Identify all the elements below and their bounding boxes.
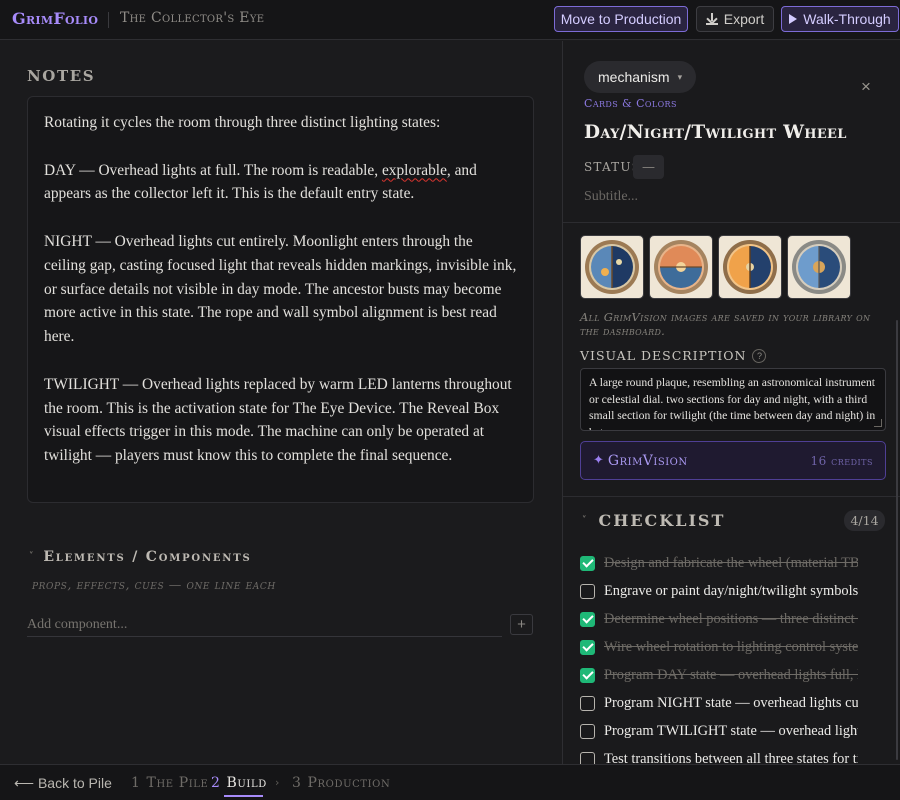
wheel-thumbnail[interactable] [649, 235, 713, 299]
checklist-item-text: Program DAY state — overhead lights full… [604, 666, 858, 683]
image-gallery [580, 235, 851, 299]
step-build[interactable]: 2 Build [211, 775, 267, 791]
chevron-down-icon: ▾ [677, 71, 683, 82]
chevron-right-icon: › [275, 776, 280, 789]
checklist-item-text: Wire wheel rotation to lighting control … [604, 638, 858, 655]
divider [563, 222, 900, 223]
card-detail-panel: mechanism ▾ × Cards & Colors Day/Night/T… [562, 41, 900, 764]
bottom-nav: ⟵ Back to Pile 1 The Pile 2 Build › 3 Produ… [0, 764, 900, 800]
category-value: mechanism [598, 69, 670, 85]
grimvision-button[interactable]: ✦ GrimVision 16 credits [580, 441, 886, 480]
checklist-item-text: Program TWILIGHT state — overhead lights… [604, 722, 858, 739]
visual-description-label: VISUAL DESCRIPTION ? [580, 348, 767, 363]
walk-through-label: Walk-Through [803, 11, 891, 27]
checkbox[interactable] [580, 639, 595, 655]
spellcheck-word[interactable]: explorable [382, 162, 447, 179]
step-the-pile[interactable]: 1 The Pile [131, 775, 208, 791]
grimvision-label: GrimVision [607, 452, 688, 469]
checkbox[interactable] [580, 667, 595, 683]
close-icon[interactable]: × [861, 77, 871, 97]
celestial-dial-image [723, 240, 777, 294]
status-select[interactable]: — [633, 155, 664, 179]
sparkle-icon: ✦ [593, 453, 604, 468]
back-to-pile-link[interactable]: ⟵ Back to Pile [14, 775, 112, 792]
notes-panel: NOTES Rotating it cycles the room throug… [0, 41, 562, 764]
notes-day: DAY — Overhead lights at full. The room … [44, 161, 477, 203]
active-step-indicator [224, 795, 263, 797]
notes-editor[interactable]: Rotating it cycles the room through thre… [27, 96, 534, 503]
divider [563, 496, 900, 497]
collapse-caret-icon: ˅ [29, 552, 36, 562]
checkbox[interactable] [580, 723, 595, 739]
checklist-item[interactable]: Program TWILIGHT state — overhead lights… [580, 717, 858, 745]
checklist-item-text: Determine wheel positions — three distin… [604, 610, 858, 627]
wheel-thumbnail[interactable] [580, 235, 644, 299]
card-title[interactable]: Day/Night/Twilight Wheel [584, 122, 847, 143]
visual-description-textarea[interactable]: A large round plaque, resembling an astr… [580, 368, 886, 431]
wheel-thumbnail[interactable] [787, 235, 851, 299]
notes-heading: NOTES [27, 67, 96, 85]
wheel-thumbnail[interactable] [718, 235, 782, 299]
walk-through-button[interactable]: Walk-Through [781, 6, 899, 32]
checklist-item[interactable]: Test transitions between all three state… [580, 745, 858, 764]
celestial-dial-image [654, 240, 708, 294]
move-to-production-button[interactable]: Move to Production [554, 6, 688, 32]
notes-twilight: TWILIGHT — Overhead lights replaced by w… [44, 375, 512, 465]
category-dropdown[interactable]: mechanism ▾ [584, 61, 697, 93]
checklist-item-text: Design and fabricate the wheel (material… [604, 554, 858, 571]
library-note: All GrimVision images are saved in your … [580, 310, 871, 338]
checkbox[interactable] [580, 695, 595, 711]
notes-intro: Rotating it cycles the room through thre… [44, 114, 441, 131]
download-icon [705, 13, 718, 25]
checklist-item[interactable]: Determine wheel positions — three distin… [580, 605, 858, 633]
step-production[interactable]: 3 Production [292, 775, 390, 791]
checklist-item[interactable]: Engrave or paint day/night/twilight symb… [580, 577, 858, 605]
celestial-dial-image [585, 240, 639, 294]
checklist-item[interactable]: Program NIGHT state — overhead lights cu… [580, 689, 858, 717]
elements-heading: Elements / Components [43, 549, 252, 565]
checklist-item-text: Test transitions between all three state… [604, 750, 858, 765]
elements-subheading: props, effects, cues — one line each [32, 577, 276, 592]
add-component-input[interactable] [27, 613, 502, 637]
checkbox[interactable] [580, 583, 595, 599]
subtitle-input[interactable] [584, 189, 874, 205]
checklist: Design and fabricate the wheel (material… [580, 549, 858, 764]
help-icon[interactable]: ? [752, 348, 767, 363]
credits-count: 16 credits [810, 453, 873, 468]
checklist-item[interactable]: Design and fabricate the wheel (material… [580, 549, 858, 577]
checklist-item-text: Program NIGHT state — overhead lights cu… [604, 694, 858, 711]
top-bar: GrimFolio The Collector's Eye Move to Pr… [0, 0, 900, 40]
notes-night: NIGHT — Overhead lights cut entirely. Mo… [44, 232, 517, 346]
collapse-caret-icon: ˅ [582, 515, 589, 526]
checkbox[interactable] [580, 611, 595, 627]
checklist-item[interactable]: Program DAY state — overhead lights full… [580, 661, 858, 689]
export-label: Export [723, 11, 765, 27]
play-icon [789, 14, 798, 24]
celestial-dial-image [792, 240, 846, 294]
checkbox[interactable] [580, 751, 595, 764]
checkbox[interactable] [580, 555, 595, 571]
resize-handle-icon[interactable] [874, 419, 882, 427]
checklist-progress-badge: 4/14 [844, 510, 885, 531]
project-tagline: The Collector's Eye [120, 10, 265, 26]
tagline-divider [108, 12, 109, 28]
panel-scrollbar[interactable] [896, 320, 898, 760]
checklist-heading: CHECKLIST [598, 511, 726, 530]
checklist-item-text: Engrave or paint day/night/twilight symb… [604, 582, 858, 599]
brand-logo[interactable]: GrimFolio [12, 9, 98, 28]
section-label[interactable]: Cards & Colors [584, 97, 677, 110]
export-button[interactable]: Export [696, 6, 774, 32]
checklist-heading-toggle[interactable]: ˅ CHECKLIST [582, 511, 725, 530]
move-to-production-label: Move to Production [560, 11, 682, 27]
elements-heading-toggle[interactable]: ˅ Elements / Components [29, 549, 252, 565]
add-component-button[interactable]: + [510, 614, 533, 635]
checklist-item[interactable]: Wire wheel rotation to lighting control … [580, 633, 858, 661]
